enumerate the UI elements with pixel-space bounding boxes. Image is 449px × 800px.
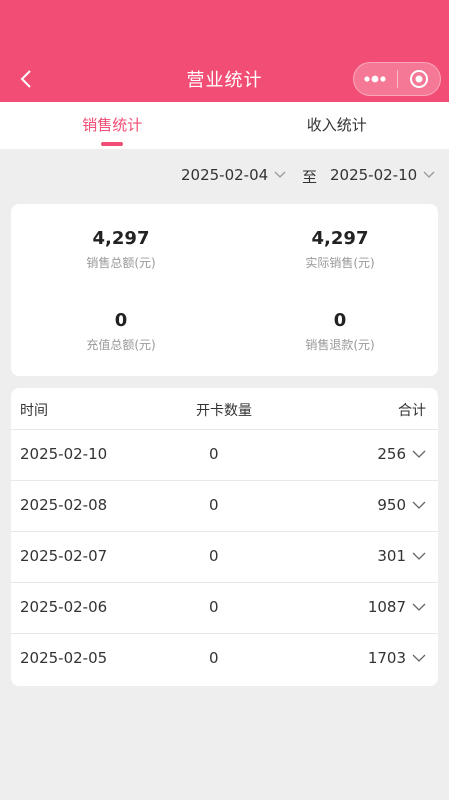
row-total-cell: 950 — [377, 496, 426, 514]
tab-bar: 销售统计 收入统计 — [0, 102, 449, 149]
tab-label: 收入统计 — [306, 116, 367, 134]
row-total: 256 — [377, 445, 406, 463]
stat-label: 销售总额(元) — [86, 256, 156, 270]
row-card-count: 0 — [209, 547, 219, 565]
end-date-value: 2025-02-10 — [330, 166, 418, 184]
row-date: 2025-02-10 — [20, 445, 108, 463]
stat-value: 4,297 — [92, 228, 150, 249]
table-row[interactable]: 2025-02-05 0 1703 — [11, 634, 438, 685]
end-date-picker[interactable]: 2025-02-10 — [330, 166, 435, 184]
chevron-down-icon[interactable] — [412, 654, 426, 663]
stat-value: 4,297 — [311, 228, 369, 249]
tab-label: 销售统计 — [82, 116, 143, 134]
row-date: 2025-02-06 — [20, 598, 108, 616]
row-card-count: 0 — [209, 496, 219, 514]
row-date: 2025-02-07 — [20, 547, 108, 565]
summary-card: 4,297 销售总额(元) 4,297 实际销售(元) 0 充值总额(元) 0 … — [11, 204, 438, 376]
chevron-down-icon[interactable] — [412, 552, 426, 561]
more-button[interactable] — [354, 63, 397, 95]
tab-sales-stats[interactable]: 销售统计 — [0, 102, 225, 149]
stat-label: 销售退款(元) — [305, 338, 375, 352]
row-total: 1703 — [367, 649, 406, 667]
stat-label: 充值总额(元) — [86, 338, 156, 352]
active-tab-indicator — [101, 142, 124, 146]
daily-sales-table: 时间 开卡数量 合计 2025-02-10 0 256 2025-02-08 0… — [11, 388, 438, 686]
row-card-count: 0 — [209, 598, 219, 616]
table-row[interactable]: 2025-02-06 0 1087 — [11, 583, 438, 634]
header-total: 合计 — [398, 403, 426, 419]
chevron-down-icon[interactable] — [412, 450, 426, 459]
header-date: 时间 — [20, 403, 48, 419]
row-card-count: 0 — [209, 445, 219, 463]
row-total-cell: 1703 — [368, 649, 426, 667]
table-header: 时间 开卡数量 合计 — [11, 388, 438, 430]
table-row[interactable]: 2025-02-07 0 301 — [11, 532, 438, 583]
row-total-cell: 301 — [377, 547, 426, 565]
row-total-cell: 1087 — [368, 598, 426, 616]
row-total: 301 — [377, 547, 406, 565]
header-card-count: 开卡数量 — [196, 403, 252, 419]
tab-income-stats[interactable]: 收入统计 — [225, 102, 449, 149]
start-date-value: 2025-02-04 — [181, 166, 269, 184]
row-card-count: 0 — [209, 649, 219, 667]
table-row[interactable]: 2025-02-10 0 256 — [11, 430, 438, 481]
stat-value: 0 — [114, 310, 128, 331]
row-date: 2025-02-05 — [20, 649, 108, 667]
stat-value: 0 — [333, 310, 347, 331]
stat-sales-refund: 0 销售退款(元) — [240, 310, 440, 353]
stat-label: 实际销售(元) — [305, 256, 375, 270]
row-total: 1087 — [367, 598, 406, 616]
table-row[interactable]: 2025-02-08 0 950 — [11, 481, 438, 532]
chevron-down-icon — [423, 171, 435, 178]
date-range-filter: 2025-02-04 至 2025-02-10 — [0, 160, 449, 192]
more-dots-icon — [364, 75, 386, 83]
target-close-icon — [409, 70, 428, 88]
stat-sales-total: 4,297 销售总额(元) — [21, 228, 221, 271]
row-total: 950 — [377, 496, 406, 514]
start-date-picker[interactable]: 2025-02-04 — [181, 166, 286, 184]
row-total-cell: 256 — [377, 445, 426, 463]
app-header: 营业统计 — [0, 0, 449, 102]
mini-program-capsule — [353, 62, 441, 96]
close-button[interactable] — [397, 63, 440, 95]
row-date: 2025-02-08 — [20, 496, 108, 514]
chevron-down-icon — [274, 171, 286, 178]
chevron-down-icon[interactable] — [412, 501, 426, 510]
chevron-down-icon[interactable] — [412, 603, 426, 612]
stat-recharge-total: 0 充值总额(元) — [21, 310, 221, 353]
stat-actual-sales: 4,297 实际销售(元) — [240, 228, 440, 271]
date-separator: 至 — [302, 168, 318, 186]
